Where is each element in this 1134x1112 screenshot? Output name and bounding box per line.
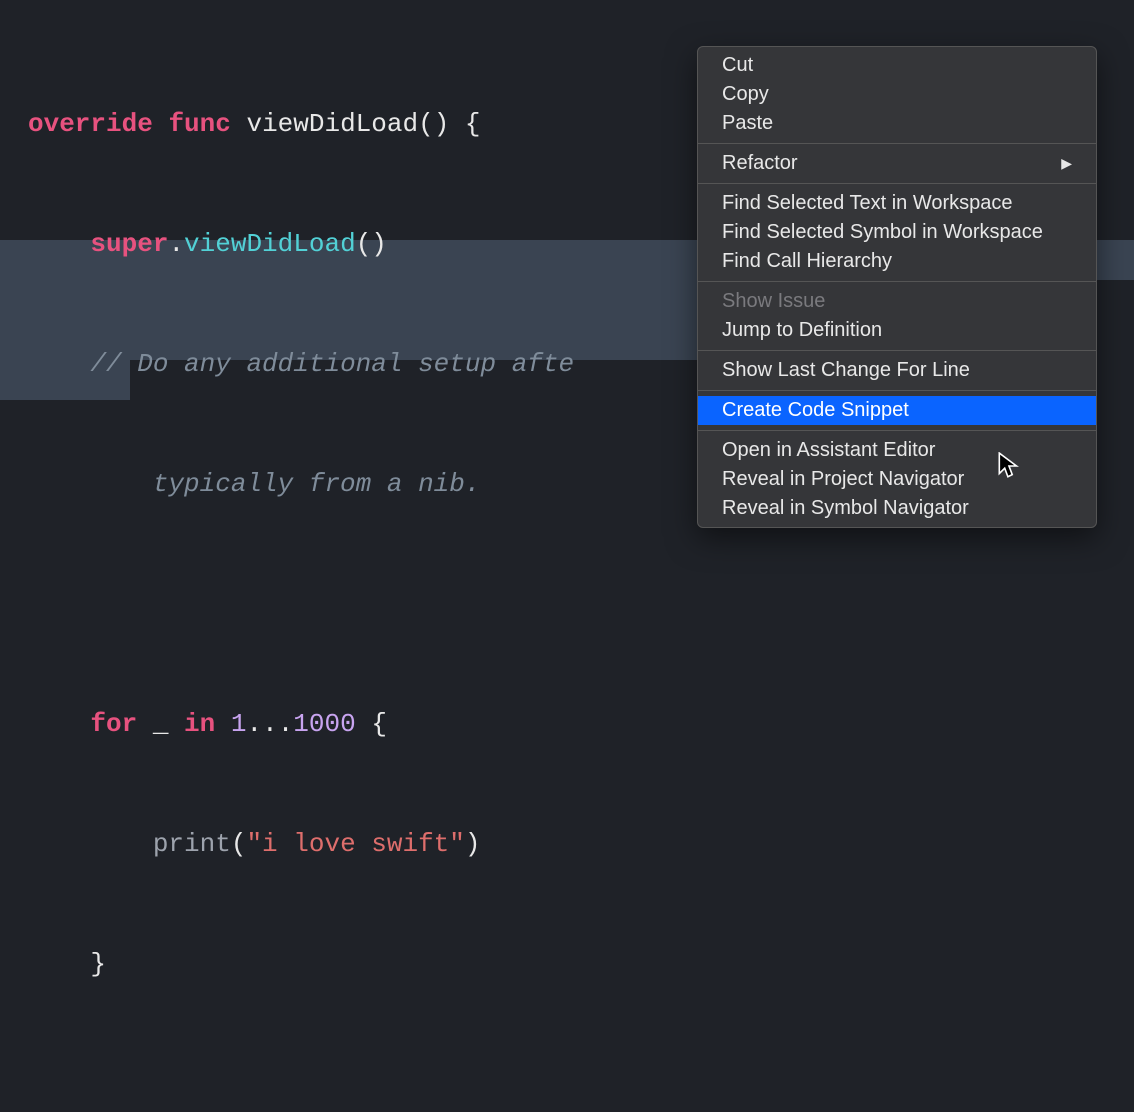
menu-item-show-last-change[interactable]: Show Last Change For Line	[698, 356, 1096, 385]
menu-separator	[698, 183, 1096, 184]
menu-separator	[698, 281, 1096, 282]
keyword-super: super	[90, 229, 168, 259]
print-call: print	[153, 829, 231, 859]
menu-item-copy[interactable]: Copy	[698, 80, 1096, 109]
menu-item-find-call-hierarchy[interactable]: Find Call Hierarchy	[698, 247, 1096, 276]
menu-item-jump-to-definition[interactable]: Jump to Definition	[698, 316, 1096, 345]
menu-item-show-issue: Show Issue	[698, 287, 1096, 316]
context-menu: Cut Copy Paste Refactor ▶ Find Selected …	[697, 46, 1097, 528]
menu-item-cut[interactable]: Cut	[698, 51, 1096, 80]
menu-label: Create Code Snippet	[722, 399, 909, 422]
menu-item-reveal-in-symbol[interactable]: Reveal in Symbol Navigator	[698, 494, 1096, 523]
selection-highlight	[0, 280, 700, 320]
comment-text: typically from a nib.	[153, 469, 481, 499]
menu-separator	[698, 390, 1096, 391]
code-line: for _ in 1...1000 {	[28, 704, 1134, 744]
comment-text: // Do any additional setup afte	[90, 349, 574, 379]
menu-item-create-code-snippet[interactable]: Create Code Snippet	[698, 396, 1096, 425]
menu-separator	[698, 430, 1096, 431]
func-name: viewDidLoad	[246, 109, 418, 139]
menu-item-refactor[interactable]: Refactor ▶	[698, 149, 1096, 178]
menu-separator	[698, 350, 1096, 351]
menu-label: Reveal in Symbol Navigator	[722, 497, 969, 520]
menu-separator	[698, 143, 1096, 144]
menu-label: Find Selected Text in Workspace	[722, 192, 1013, 215]
keyword-in: in	[184, 709, 215, 739]
menu-label: Reveal in Project Navigator	[722, 468, 964, 491]
string-literal: "i love swift"	[246, 829, 464, 859]
code-line: print("i love swift")	[28, 824, 1134, 864]
number-literal: 1000	[293, 709, 355, 739]
number-literal: 1	[231, 709, 247, 739]
menu-label: Find Call Hierarchy	[722, 250, 892, 273]
code-line	[28, 1064, 1134, 1104]
menu-label: Show Issue	[722, 290, 825, 313]
keyword-func: func	[168, 109, 230, 139]
menu-item-paste[interactable]: Paste	[698, 109, 1096, 138]
code-line	[28, 584, 1134, 624]
keyword-override: override	[28, 109, 153, 139]
menu-label: Refactor	[722, 152, 798, 175]
menu-label: Jump to Definition	[722, 319, 882, 342]
menu-item-reveal-in-project[interactable]: Reveal in Project Navigator	[698, 465, 1096, 494]
menu-label: Find Selected Symbol in Workspace	[722, 221, 1043, 244]
menu-item-open-in-assistant[interactable]: Open in Assistant Editor	[698, 436, 1096, 465]
menu-label: Open in Assistant Editor	[722, 439, 935, 462]
code-line: }	[28, 944, 1134, 984]
menu-item-find-selected-symbol[interactable]: Find Selected Symbol in Workspace	[698, 218, 1096, 247]
submenu-arrow-icon: ▶	[1061, 155, 1072, 172]
menu-label: Copy	[722, 83, 769, 106]
menu-label: Paste	[722, 112, 773, 135]
keyword-for: for	[90, 709, 137, 739]
menu-item-find-selected-text[interactable]: Find Selected Text in Workspace	[698, 189, 1096, 218]
menu-label: Cut	[722, 54, 753, 77]
method-call: viewDidLoad	[184, 229, 356, 259]
menu-label: Show Last Change For Line	[722, 359, 970, 382]
